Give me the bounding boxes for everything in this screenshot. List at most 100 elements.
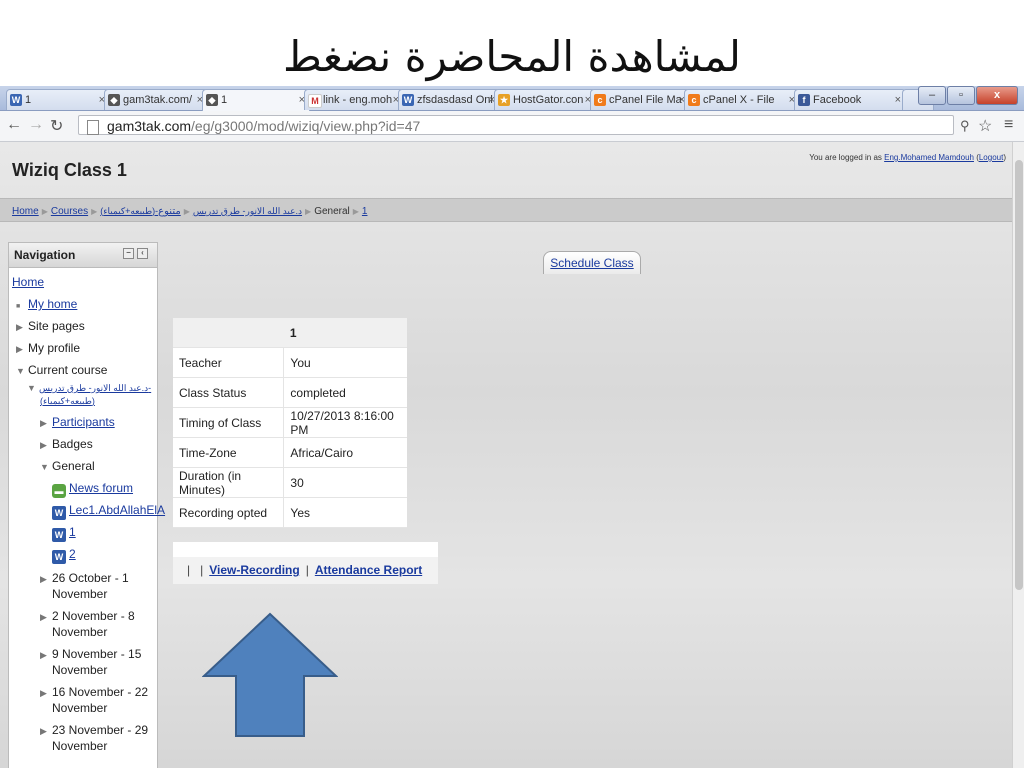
nav-course-link-2[interactable]: (طبيعه+كيمياء) bbox=[40, 396, 95, 406]
maximize-button[interactable]: ▫ bbox=[947, 86, 975, 105]
view-recording-link[interactable]: View-Recording bbox=[209, 563, 299, 577]
breadcrumb-home[interactable]: Home bbox=[12, 206, 39, 217]
nav-current-course[interactable]: ▼ Current course bbox=[16, 363, 107, 377]
gmail-icon: M bbox=[308, 94, 322, 108]
table-row: Duration (in Minutes) 30 bbox=[173, 467, 407, 498]
breadcrumb-category[interactable]: (طبيعه+كيمياء)-د.عبد الله الانور- طرق تد… bbox=[100, 206, 302, 216]
nav-participants-link[interactable]: Participants bbox=[52, 415, 115, 429]
slide-title: لمشاهدة المحاضرة نضغط bbox=[283, 32, 741, 81]
user-link[interactable]: Eng.Mohamed Mamdouh bbox=[884, 153, 974, 162]
tab-hostgator[interactable]: ★ HostGator.con × bbox=[494, 89, 596, 110]
nav-week-3[interactable]: ▶ 9 November - 15 November bbox=[40, 647, 141, 678]
nav-my-profile[interactable]: ▶ My profile bbox=[16, 341, 80, 355]
page-title: Wiziq Class 1 bbox=[12, 160, 127, 180]
nav-current-course-label: Current course bbox=[28, 363, 108, 377]
nav-item-1-link[interactable]: 1 bbox=[69, 525, 76, 539]
back-arrow-icon[interactable]: ← bbox=[6, 116, 22, 134]
nav-course-line2[interactable]: (طبيعه+كيمياء) bbox=[40, 396, 95, 407]
browser-tab-bar: W 1 × ◆ gam3tak.com/× ◆ 1 × Mlink - eng.moh × … bbox=[0, 86, 1024, 111]
nav-week-5[interactable]: ▶ 23 November - 29 November bbox=[40, 723, 148, 754]
nav-week-1[interactable]: ▶ 26 October - 1 November bbox=[40, 571, 129, 602]
separator-icon: ▶ bbox=[305, 207, 312, 216]
tab-2[interactable]: ◆ gam3tak.com/× bbox=[104, 89, 208, 110]
actions-bar: | | View-Recording | Attendance Report bbox=[173, 542, 438, 584]
tab-active[interactable]: ◆ 1 × bbox=[202, 89, 310, 111]
nav-my-home-link[interactable]: My home bbox=[28, 297, 77, 311]
nav-news-forum[interactable]: ▬ News forum bbox=[52, 481, 133, 498]
wiziq-icon: W bbox=[402, 94, 414, 106]
scrollbar-thumb[interactable] bbox=[1015, 160, 1023, 590]
separator-icon: ▶ bbox=[41, 207, 48, 216]
row-value: 10/27/2013 8:16:00 PM bbox=[283, 407, 407, 438]
row-value: 30 bbox=[283, 467, 407, 498]
tab-1[interactable]: W 1 × bbox=[6, 89, 110, 110]
minimize-button[interactable]: – bbox=[918, 86, 946, 105]
nav-news-forum-link[interactable]: News forum bbox=[69, 481, 133, 495]
tab-wiziq[interactable]: Wzfsdasdasd Onl × bbox=[398, 89, 500, 110]
url-domain: gam3tak.com bbox=[107, 118, 192, 134]
week-label: 2 November - 8 bbox=[52, 609, 135, 623]
nav-lec1[interactable]: W Lec1.AbdAllahElA bbox=[52, 503, 165, 520]
nav-badges[interactable]: ▶ Badges bbox=[40, 437, 93, 451]
nav-my-home[interactable]: ■ My home bbox=[16, 297, 77, 311]
tab-label: cPanel File Ma bbox=[609, 94, 682, 106]
nav-course-link[interactable]: د.عبد الله الانور- طرق تدريس- bbox=[39, 383, 151, 393]
week-label: 23 November - 29 bbox=[52, 723, 149, 737]
nav-site-pages-label: Site pages bbox=[28, 319, 85, 333]
logout-link[interactable]: Logout bbox=[979, 153, 1003, 162]
nav-week-4[interactable]: ▶ 16 November - 22 November bbox=[40, 685, 148, 716]
row-label: Timing of Class bbox=[173, 407, 284, 438]
nav-week-2[interactable]: ▶ 2 November - 8 November bbox=[40, 609, 135, 640]
tab-cpanel-1[interactable]: c cPanel File Ma × bbox=[590, 89, 690, 110]
forward-arrow-icon[interactable]: → bbox=[28, 116, 44, 134]
zoom-icon[interactable]: ⚲ bbox=[960, 118, 970, 134]
url-input[interactable]: gam3tak.com/eg/g3000/mod/wiziq/view.php?… bbox=[78, 115, 954, 135]
attendance-report-link[interactable]: Attendance Report bbox=[315, 563, 422, 577]
row-value: completed bbox=[283, 377, 407, 408]
bullet-icon: ■ bbox=[16, 303, 21, 310]
nav-item-1[interactable]: W1 bbox=[52, 525, 76, 542]
vertical-scrollbar[interactable] bbox=[1012, 142, 1024, 768]
breadcrumb-courses[interactable]: Courses bbox=[51, 206, 88, 217]
separator-icon: ▶ bbox=[352, 207, 359, 216]
close-tab-icon[interactable]: × bbox=[895, 90, 901, 110]
tab-gmail[interactable]: Mlink - eng.moh × bbox=[304, 89, 404, 110]
nav-general[interactable]: ▼ General bbox=[40, 459, 95, 473]
week-label: 26 October - 1 bbox=[52, 571, 129, 585]
collapse-arrow-icon: ▼ bbox=[27, 383, 36, 393]
login-prefix: You are logged in as bbox=[809, 153, 882, 162]
tab-cpanel-2[interactable]: c cPanel X - File × bbox=[684, 89, 800, 110]
expand-arrow-icon: ▶ bbox=[40, 612, 47, 622]
tab-facebook[interactable]: f Facebook × bbox=[794, 89, 906, 110]
nav-home-link[interactable]: Home bbox=[12, 275, 44, 289]
nav-general-label: General bbox=[52, 459, 95, 473]
nav-course[interactable]: ▼ د.عبد الله الانور- طرق تدريس- bbox=[27, 383, 151, 394]
close-window-button[interactable]: x bbox=[976, 86, 1018, 105]
breadcrumb-item[interactable]: 1 bbox=[362, 206, 368, 217]
nav-participants[interactable]: ▶ Participants bbox=[40, 415, 115, 429]
row-value: You bbox=[283, 347, 407, 378]
bookmark-star-icon[interactable]: ☆ bbox=[978, 116, 992, 136]
reload-icon[interactable]: ↻ bbox=[50, 116, 63, 136]
dock-icon[interactable]: ‹ bbox=[137, 248, 148, 259]
breadcrumb-course[interactable]: متنوع bbox=[158, 206, 181, 217]
breadcrumb-section: General bbox=[314, 206, 350, 217]
page-icon bbox=[87, 120, 99, 135]
collapse-icon[interactable]: − bbox=[123, 248, 134, 259]
tab-label: HostGator.con bbox=[513, 94, 584, 106]
table-row: Teacher You bbox=[173, 347, 407, 378]
nav-item-2-link[interactable]: 2 bbox=[69, 547, 76, 561]
row-label: Class Status bbox=[173, 377, 284, 408]
expand-arrow-icon: ▶ bbox=[40, 688, 47, 698]
schedule-class-tab[interactable]: Schedule Class bbox=[543, 251, 641, 274]
menu-icon[interactable]: ≡ bbox=[1004, 116, 1013, 134]
tab-label: zfsdasdasd Onl bbox=[417, 94, 493, 106]
schedule-class-link[interactable]: Schedule Class bbox=[550, 256, 633, 270]
nav-item-2[interactable]: W2 bbox=[52, 547, 76, 564]
tab-label: 1 bbox=[25, 94, 32, 106]
forum-icon: ▬ bbox=[52, 484, 66, 498]
nav-home[interactable]: Home bbox=[12, 275, 44, 289]
nav-lec1-link[interactable]: Lec1.AbdAllahElA bbox=[69, 503, 165, 517]
table-header-blank bbox=[173, 318, 284, 348]
nav-site-pages[interactable]: ▶ Site pages bbox=[16, 319, 85, 333]
